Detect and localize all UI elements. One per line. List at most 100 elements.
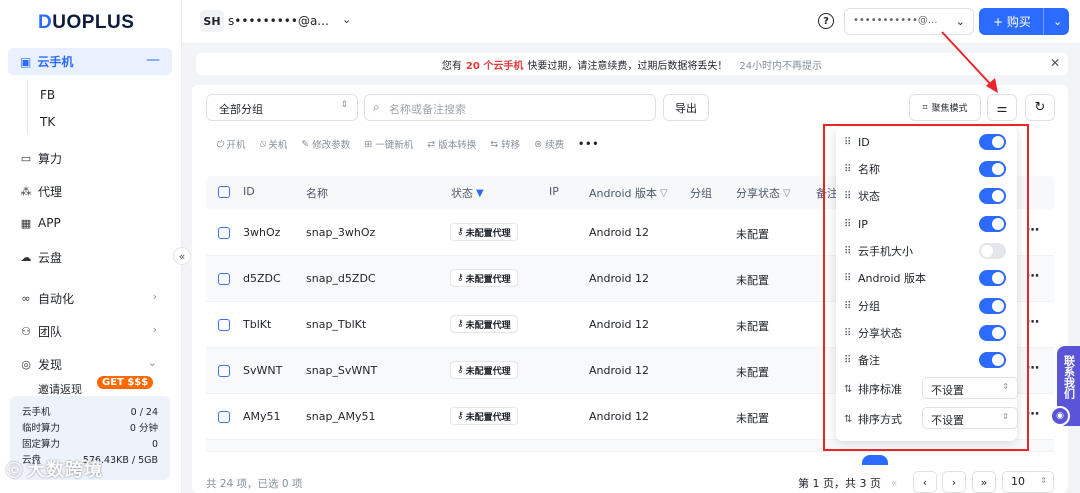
next-page-button[interactable]: › bbox=[942, 471, 966, 493]
expiry-notice: 您有 20 个云手机 快要过期，请注意续费，过期后数据将丢失！ 24小时内不再提… bbox=[196, 53, 1068, 75]
close-icon[interactable]: ✕ bbox=[1050, 56, 1060, 70]
sidebar-collapse-button[interactable]: « bbox=[173, 247, 191, 265]
refresh-icon: ↻ bbox=[1034, 100, 1046, 115]
group-select[interactable]: 全部分组 ⇕ bbox=[206, 94, 358, 121]
col-id[interactable]: ID bbox=[243, 185, 255, 198]
toggle-switch[interactable] bbox=[979, 352, 1006, 368]
column-settings-button[interactable]: ⚌ bbox=[987, 94, 1017, 121]
account-avatar[interactable]: SH bbox=[200, 10, 224, 32]
search-input[interactable]: ⌕ 名称或备注搜索 bbox=[364, 94, 656, 121]
key-icon: ⚷ bbox=[457, 227, 464, 237]
sidebar-sub-fb[interactable]: FB bbox=[40, 88, 55, 102]
team-icon: ⚇ bbox=[21, 325, 31, 338]
sidebar-item-discover[interactable]: ◎ 发现 bbox=[20, 356, 62, 373]
sort-order-select[interactable]: 不设置 ⇕ bbox=[922, 407, 1018, 429]
export-button[interactable]: 导出 bbox=[663, 94, 709, 121]
sidebar-item-cloud-phone[interactable]: ▣ 云手机 — bbox=[8, 48, 172, 75]
transfer-action[interactable]: ⇆ 转移 bbox=[490, 137, 520, 152]
row-more-icon[interactable]: ⋯ bbox=[1026, 361, 1039, 376]
column-toggle-id[interactable]: ⠿ ID bbox=[844, 132, 1012, 152]
select-all-checkbox[interactable] bbox=[218, 186, 230, 198]
row-more-icon[interactable]: ⋯ bbox=[1026, 269, 1039, 284]
sidebar-sub-tk[interactable]: TK bbox=[40, 115, 55, 129]
toggle-switch[interactable] bbox=[979, 243, 1006, 259]
sidebar-item-referral[interactable]: 邀请返现 bbox=[38, 381, 82, 397]
status-badge: ⚷ 未配置代理 bbox=[450, 407, 518, 425]
toggle-switch[interactable] bbox=[979, 298, 1006, 314]
toggle-switch[interactable] bbox=[979, 188, 1006, 204]
column-toggle-remark[interactable]: ⠿ 备注 bbox=[844, 350, 1012, 370]
row-more-icon[interactable]: ⋯ bbox=[1026, 223, 1039, 238]
page-size-select[interactable]: 10 ⇕ bbox=[1002, 471, 1054, 493]
toggle-switch[interactable] bbox=[979, 270, 1006, 286]
col-android[interactable]: Android 版本 ▽ bbox=[589, 185, 668, 201]
column-toggle-group[interactable]: ⠿ 分组 bbox=[844, 296, 1012, 316]
key-icon: ⚷ bbox=[457, 411, 464, 421]
dismiss-24h-link[interactable]: 24小时内不再提示 bbox=[739, 57, 822, 72]
chevron-down-icon[interactable]: ⌄ bbox=[342, 13, 351, 26]
key-icon: ⚷ bbox=[457, 319, 464, 329]
new-device-action[interactable]: ⊞ 一键新机 bbox=[364, 137, 413, 152]
account-email[interactable]: s•••••••••@a... bbox=[228, 14, 329, 28]
toggle-switch[interactable] bbox=[979, 216, 1006, 232]
table-row[interactable] bbox=[206, 440, 1054, 452]
sort-field-select[interactable]: 不设置 ⇕ bbox=[922, 377, 1018, 399]
sidebar-item-cloud-disk[interactable]: ☁ 云盘 bbox=[20, 249, 63, 266]
drag-handle-icon: ⠿ bbox=[844, 272, 851, 284]
sidebar-item-app[interactable]: ▦ APP bbox=[20, 216, 61, 230]
col-status[interactable]: 状态 ▼ bbox=[451, 185, 484, 201]
row-more-icon[interactable]: ⋯ bbox=[1026, 315, 1039, 330]
sub-nav-line bbox=[27, 80, 28, 134]
bulk-actions-bar: ⏻ 开机 ⍉ 关机 ✎ 修改参数 ⊞ 一键新机 ⇄ 版本转换 ⇆ 转移 ⊛ 续费 ••• bbox=[216, 137, 599, 152]
power-on-action[interactable]: ⏻ 开机 bbox=[216, 137, 246, 152]
help-icon[interactable]: ? bbox=[818, 13, 834, 29]
col-group[interactable]: 分组 bbox=[690, 185, 712, 201]
column-toggle-share[interactable]: ⠿ 分享状态 bbox=[844, 323, 1012, 343]
column-toggle-name[interactable]: ⠿ 名称 bbox=[844, 159, 1012, 179]
toggle-switch[interactable] bbox=[979, 161, 1006, 177]
row-more-icon[interactable]: ⋯ bbox=[1026, 407, 1039, 422]
updown-icon: ⇕ bbox=[1002, 382, 1009, 391]
chat-icon[interactable]: ◉ bbox=[1050, 406, 1070, 426]
row-checkbox[interactable] bbox=[218, 319, 230, 334]
row-checkbox[interactable] bbox=[218, 227, 230, 242]
row-checkbox[interactable] bbox=[218, 411, 230, 426]
focus-mode-button[interactable]: ⌗ 聚焦模式 bbox=[909, 94, 981, 121]
toggle-switch[interactable] bbox=[979, 325, 1006, 341]
refresh-button[interactable]: ↻ bbox=[1025, 94, 1055, 121]
col-name[interactable]: 名称 bbox=[306, 185, 328, 201]
row-checkbox[interactable] bbox=[218, 365, 230, 380]
chevron-down-icon[interactable]: ⌄ bbox=[1044, 15, 1062, 28]
sidebar-item-proxy[interactable]: ⁂ 代理 bbox=[20, 183, 63, 200]
chevron-down-icon: ⌄ bbox=[147, 356, 157, 369]
prev-page-button[interactable]: ‹ bbox=[913, 471, 937, 493]
column-toggle-status[interactable]: ⠿ 状态 bbox=[844, 186, 1012, 206]
get-money-badge: GET $$$ bbox=[97, 376, 154, 389]
version-convert-action[interactable]: ⇄ 版本转换 bbox=[427, 137, 476, 152]
drag-handle-icon: ⠿ bbox=[844, 136, 851, 148]
col-remark[interactable]: 备注 bbox=[816, 185, 838, 201]
focus-icon: ⌗ bbox=[922, 102, 928, 113]
toggle-switch[interactable] bbox=[979, 134, 1006, 150]
last-page-button[interactable]: » bbox=[972, 471, 996, 493]
edit-params-action[interactable]: ✎ 修改参数 bbox=[301, 137, 350, 152]
renew-icon: ⊛ bbox=[534, 138, 543, 150]
column-toggle-ip[interactable]: ⠿ IP bbox=[844, 214, 1012, 234]
sort-field-row: ⇅ 排序标准 不设置 ⇕ bbox=[844, 377, 1018, 401]
column-toggle-android[interactable]: ⠿ Android 版本 bbox=[844, 268, 1012, 288]
sidebar-item-automation[interactable]: ∞ 自动化 bbox=[20, 290, 162, 307]
collapse-minus-icon[interactable]: — bbox=[146, 52, 160, 68]
stat-row-fixed-compute: 固定算力 0 bbox=[22, 439, 158, 450]
column-toggle-size[interactable]: ⠿ 云手机大小 bbox=[844, 241, 1012, 261]
sort-order-row: ⇅ 排序方式 不设置 ⇕ bbox=[844, 407, 1018, 431]
row-checkbox[interactable] bbox=[218, 273, 230, 288]
first-page-button[interactable]: « bbox=[882, 471, 906, 493]
renew-action[interactable]: ⊛ 续费 bbox=[534, 137, 564, 152]
sidebar-item-team[interactable]: ⚇ 团队 bbox=[20, 323, 62, 340]
col-share[interactable]: 分享状态 ▽ bbox=[736, 185, 791, 201]
col-ip[interactable]: IP bbox=[549, 185, 559, 198]
sidebar-item-compute[interactable]: ▭ 算力 bbox=[20, 150, 62, 167]
more-actions-icon[interactable]: ••• bbox=[578, 137, 599, 151]
power-off-action[interactable]: ⍉ 关机 bbox=[260, 137, 288, 152]
duoplus-logo[interactable]: DUOPLUS bbox=[38, 12, 134, 34]
